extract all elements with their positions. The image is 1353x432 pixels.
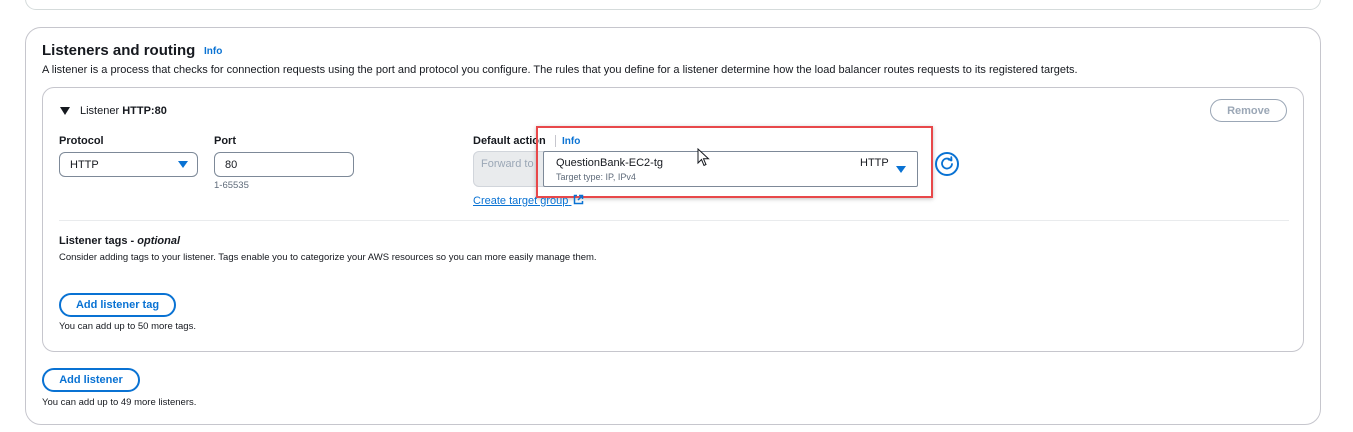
tags-hint: You can add up to 50 more tags.: [59, 321, 196, 332]
previous-section-card: [25, 0, 1321, 10]
port-input[interactable]: 80: [214, 152, 354, 177]
remove-listener-button[interactable]: Remove: [1210, 99, 1287, 122]
listener-tags-description: Consider adding tags to your listener. T…: [59, 252, 597, 263]
listener-title: Listener HTTP:80: [80, 105, 167, 117]
default-action-info-link[interactable]: Info: [562, 136, 580, 147]
listener-tags-title: Listener tags - optional: [59, 235, 180, 247]
protocol-value: HTTP: [70, 158, 99, 171]
listener-prefix: Listener: [80, 105, 120, 117]
info-separator: [555, 135, 556, 147]
mouse-cursor-icon: [697, 148, 710, 167]
listener-panel: Listener HTTP:80 Remove Protocol HTTP Po…: [42, 87, 1304, 352]
section-description: A listener is a process that checks for …: [42, 64, 1078, 76]
listeners-routing-card: Listeners and routing Info A listener is…: [25, 27, 1321, 425]
refresh-button[interactable]: [935, 152, 959, 176]
action-type-value: Forward to: [481, 158, 534, 170]
protocol-label: Protocol: [59, 135, 104, 147]
caret-down-icon[interactable]: [60, 107, 70, 115]
divider: [59, 220, 1289, 221]
port-value: 80: [225, 158, 238, 171]
refresh-icon: [941, 156, 953, 170]
port-hint: 1-65535: [214, 180, 249, 191]
listener-name: HTTP:80: [122, 105, 167, 117]
dropdown-triangle-icon: [896, 166, 906, 173]
external-link-icon: [574, 194, 584, 205]
add-listener-button[interactable]: Add listener: [42, 368, 140, 392]
create-target-group-link[interactable]: Create target group: [473, 194, 584, 207]
add-listener-tag-button[interactable]: Add listener tag: [59, 293, 176, 317]
target-group-select[interactable]: QuestionBank-EC2-tg Target type: IP, IPv…: [543, 151, 918, 187]
dropdown-triangle-icon: [178, 161, 188, 168]
target-group-type: Target type: IP, IPv4: [556, 172, 636, 182]
target-group-protocol: HTTP: [860, 157, 889, 169]
action-type-select: Forward to: [473, 151, 553, 187]
listener-tags-title-text: Listener tags -: [59, 235, 138, 247]
default-action-label: Default action: [473, 135, 546, 147]
protocol-select[interactable]: HTTP: [59, 152, 198, 177]
add-listener-hint: You can add up to 49 more listeners.: [42, 397, 197, 408]
section-title: Listeners and routing: [42, 42, 196, 59]
port-label: Port: [214, 135, 236, 147]
create-target-group-label: Create target group: [473, 195, 569, 207]
section-info-link[interactable]: Info: [204, 46, 222, 57]
target-group-name: QuestionBank-EC2-tg: [556, 157, 663, 169]
listener-tags-optional: optional: [137, 235, 181, 247]
